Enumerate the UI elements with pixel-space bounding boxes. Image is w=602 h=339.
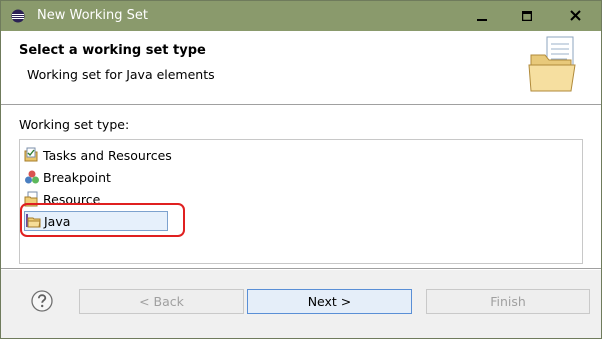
maximize-icon xyxy=(522,10,532,21)
wizard-body: Working set type: Tasks and Resources Br… xyxy=(1,106,601,268)
working-set-folder-icon xyxy=(528,36,576,92)
finish-button[interactable]: Finish xyxy=(426,289,590,314)
list-item-label: Breakpoint xyxy=(43,169,111,185)
window-title: New Working Set xyxy=(37,8,148,23)
annotation-highlight xyxy=(20,203,185,237)
minimize-button[interactable] xyxy=(459,1,505,30)
wizard-header: Select a working set type Working set fo… xyxy=(1,31,601,104)
next-button[interactable]: Next > xyxy=(247,289,412,314)
tasks-resources-icon xyxy=(24,147,38,162)
help-icon[interactable] xyxy=(31,290,53,312)
maximize-button[interactable] xyxy=(504,1,550,30)
minimize-icon xyxy=(477,18,487,21)
list-item-breakpoint[interactable]: Breakpoint xyxy=(24,167,111,187)
breakpoint-icon xyxy=(25,170,39,184)
dialog-window: New Working Set Select a working set typ… xyxy=(0,0,602,339)
wizard-footer: < Back Next > Finish xyxy=(1,270,601,338)
eclipse-icon xyxy=(11,9,25,23)
working-set-type-label: Working set type: xyxy=(19,117,130,132)
back-button[interactable]: < Back xyxy=(79,289,244,314)
title-bar[interactable]: New Working Set xyxy=(1,1,601,31)
page-description: Working set for Java elements xyxy=(27,67,215,82)
list-item-tasks-resources[interactable]: Tasks and Resources xyxy=(24,145,172,165)
page-title: Select a working set type xyxy=(19,43,206,58)
close-icon xyxy=(570,10,581,21)
working-set-type-list[interactable]: Tasks and Resources Breakpoint Resource xyxy=(19,139,583,264)
list-item-label: Tasks and Resources xyxy=(43,147,172,163)
close-button[interactable] xyxy=(550,1,601,30)
